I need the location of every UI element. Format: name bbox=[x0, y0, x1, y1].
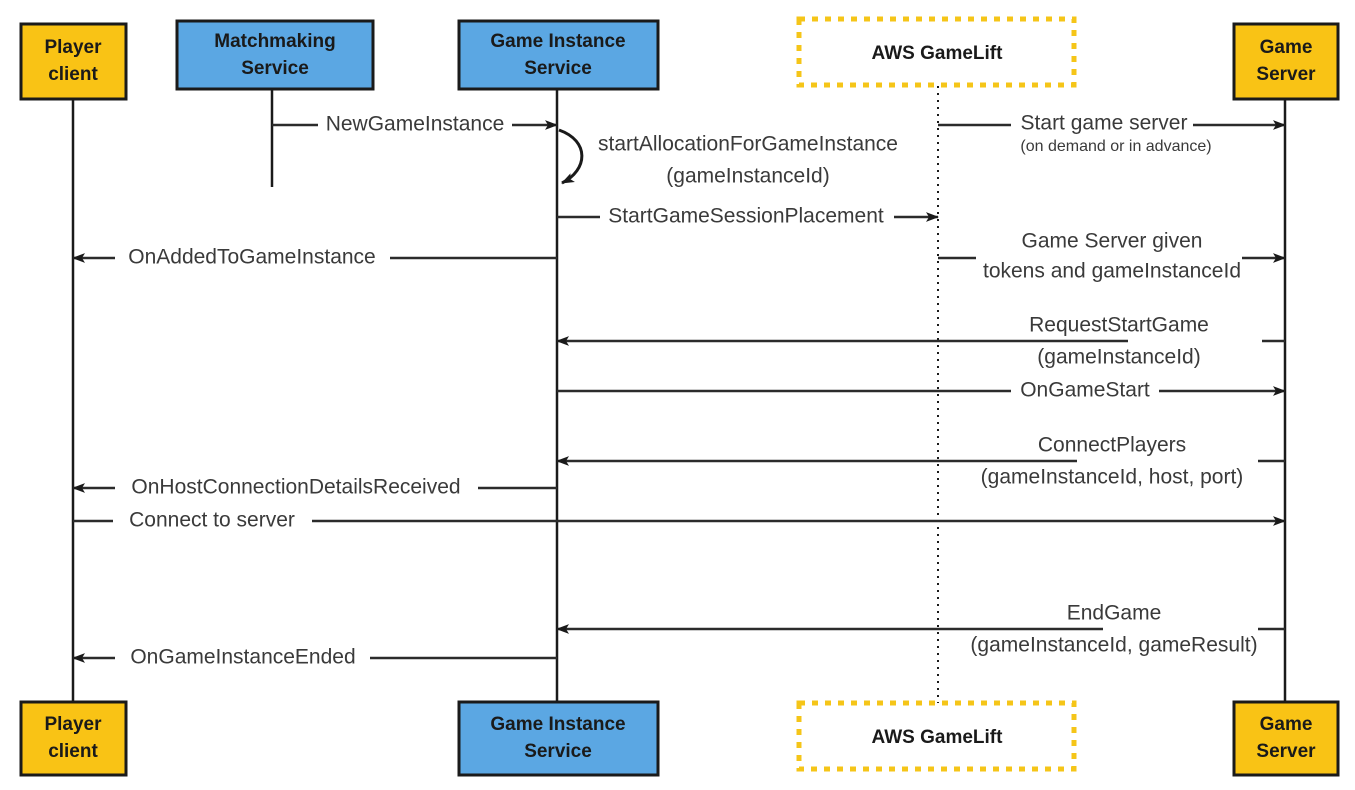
lane-footer-aws-gamelift[interactable]: AWS GameLift bbox=[796, 700, 1077, 772]
message-label: startAllocationForGameInstance bbox=[598, 133, 898, 156]
lane-header-player-client[interactable]: Player client bbox=[19, 22, 128, 101]
message-label: Connect to server bbox=[129, 509, 295, 532]
messages: NewGameInstance Start game server (on de… bbox=[72, 112, 1286, 669]
lane-headers-top: Player client Matchmaking Service Game I… bbox=[19, 16, 1340, 101]
lane-label-line1: Player bbox=[44, 37, 102, 58]
lane-label-line2: Service bbox=[241, 58, 309, 79]
message-new-game-instance: NewGameInstance bbox=[272, 113, 558, 136]
message-connect-players: ConnectPlayers (gameInstanceId, host, po… bbox=[556, 434, 1285, 489]
message-sublabel: (on demand or in advance) bbox=[1020, 138, 1211, 155]
lane-header-matchmaking-service[interactable]: Matchmaking Service bbox=[175, 19, 375, 91]
lane-header-game-instance-service[interactable]: Game Instance Service bbox=[457, 19, 660, 91]
lane-label-line2: client bbox=[48, 741, 98, 762]
message-request-start-game: RequestStartGame (gameInstanceId) bbox=[556, 314, 1285, 369]
message-sublabel: (gameInstanceId, host, port) bbox=[981, 466, 1244, 489]
message-label: OnAddedToGameInstance bbox=[128, 246, 376, 269]
message-on-game-instance-ended: OnGameInstanceEnded bbox=[72, 646, 557, 669]
message-sublabel: tokens and gameInstanceId bbox=[983, 260, 1241, 283]
lane-header-game-server[interactable]: Game Server bbox=[1232, 22, 1340, 101]
lane-label-line1: Game Instance bbox=[490, 31, 625, 52]
message-label: StartGameSessionPlacement bbox=[608, 205, 884, 228]
lane-label-line2: Server bbox=[1256, 64, 1316, 85]
message-label: EndGame bbox=[1067, 602, 1162, 625]
lane-label-line1: AWS GameLift bbox=[872, 43, 1004, 64]
lane-header-aws-gamelift[interactable]: AWS GameLift bbox=[796, 16, 1077, 88]
lane-label-line2: client bbox=[48, 64, 98, 85]
message-on-host-connection-details-received: OnHostConnectionDetailsReceived bbox=[72, 476, 557, 499]
lane-label-line1: Player bbox=[44, 714, 102, 735]
message-label: Start game server bbox=[1021, 112, 1188, 135]
message-sublabel: (gameInstanceId) bbox=[666, 165, 829, 188]
message-label: NewGameInstance bbox=[326, 113, 505, 136]
lane-box[interactable] bbox=[19, 700, 128, 777]
message-label: Game Server given bbox=[1022, 230, 1203, 253]
message-connect-to-server: Connect to server bbox=[73, 509, 1286, 532]
sequence-diagram: NewGameInstance Start game server (on de… bbox=[0, 0, 1355, 790]
lane-headers-bottom: Player client Game Instance Service AWS … bbox=[19, 700, 1340, 777]
lane-label-line2: Service bbox=[524, 741, 592, 762]
lane-label-line1: Game bbox=[1260, 37, 1313, 58]
message-sublabel: (gameInstanceId, gameResult) bbox=[970, 634, 1257, 657]
lane-label-line1: Game Instance bbox=[490, 714, 625, 735]
message-label: OnGameInstanceEnded bbox=[130, 646, 355, 669]
lane-box[interactable] bbox=[1232, 700, 1340, 777]
lane-box[interactable] bbox=[19, 22, 128, 101]
lane-label-line2: Server bbox=[1256, 741, 1316, 762]
message-end-game: EndGame (gameInstanceId, gameResult) bbox=[556, 602, 1285, 657]
message-label: RequestStartGame bbox=[1029, 314, 1209, 337]
message-label: OnHostConnectionDetailsReceived bbox=[131, 476, 460, 499]
lane-box[interactable] bbox=[457, 700, 660, 777]
message-on-game-start: OnGameStart bbox=[557, 379, 1286, 402]
message-label: OnGameStart bbox=[1020, 379, 1150, 402]
self-message-arc bbox=[558, 128, 584, 185]
lane-label-line1: AWS GameLift bbox=[872, 727, 1004, 748]
lane-box[interactable] bbox=[1232, 22, 1340, 101]
lane-label-line1: Game bbox=[1260, 714, 1313, 735]
lane-label-line2: Service bbox=[524, 58, 592, 79]
lane-label-line1: Matchmaking bbox=[214, 31, 335, 52]
message-game-server-given-tokens: Game Server given tokens and gameInstanc… bbox=[938, 230, 1286, 283]
message-start-game-server: Start game server (on demand or in advan… bbox=[938, 112, 1286, 155]
lane-footer-game-server[interactable]: Game Server bbox=[1232, 700, 1340, 777]
message-sublabel: (gameInstanceId) bbox=[1037, 346, 1200, 369]
message-start-game-session-placement: StartGameSessionPlacement bbox=[557, 205, 939, 228]
lane-footer-player-client[interactable]: Player client bbox=[19, 700, 128, 777]
message-start-allocation-for-game-instance: startAllocationForGameInstance (gameInst… bbox=[558, 128, 898, 188]
message-label: ConnectPlayers bbox=[1038, 434, 1186, 457]
lane-footer-game-instance-service[interactable]: Game Instance Service bbox=[457, 700, 660, 777]
message-on-added-to-game-instance: OnAddedToGameInstance bbox=[72, 246, 557, 269]
